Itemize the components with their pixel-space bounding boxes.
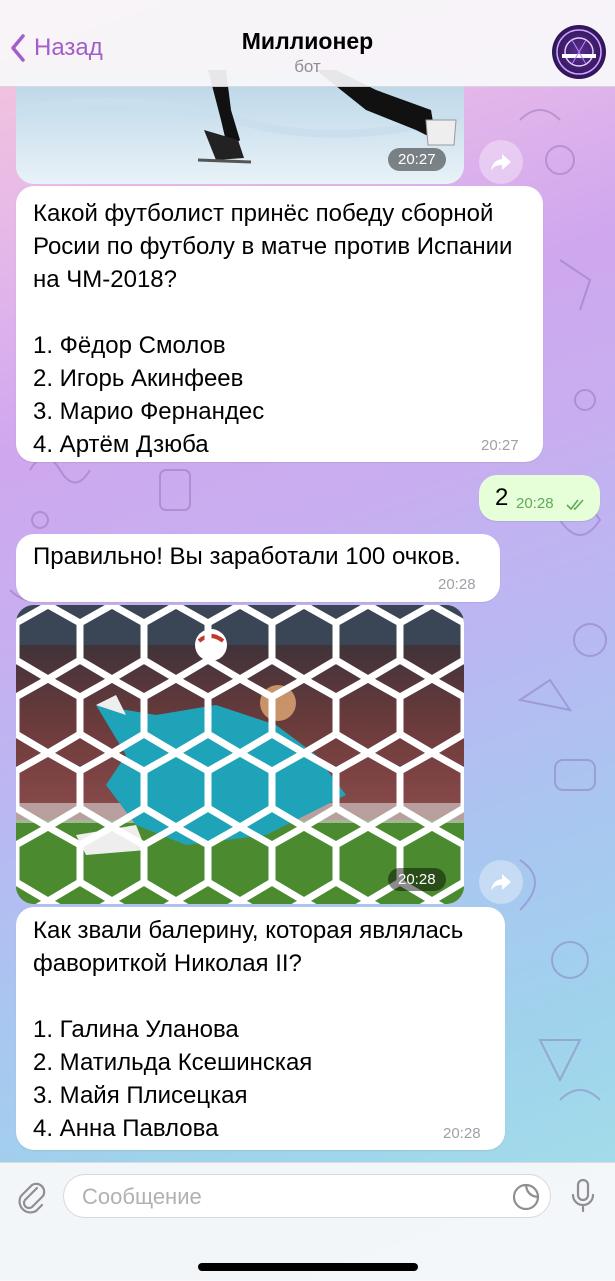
home-indicator	[198, 1263, 418, 1271]
question-text: Как звали балерину, которая являлась фав…	[33, 917, 464, 1142]
message-input[interactable]: Сообщение	[63, 1174, 551, 1218]
attach-icon[interactable]	[16, 1180, 46, 1214]
answer-timestamp: 20:28	[516, 495, 554, 512]
answer-text: 2	[495, 484, 509, 511]
goalkeeper-photo	[16, 605, 464, 904]
outgoing-message: 2 20:28	[479, 475, 600, 521]
message-input-bar: Сообщение	[0, 1162, 615, 1281]
share-button[interactable]	[479, 140, 523, 184]
question-text: Какой футболист принёс победу сборной Ро…	[33, 200, 513, 458]
message-timestamp: 20:27	[481, 437, 519, 454]
photo-message-goalkeeper[interactable]: 20:28	[16, 605, 464, 904]
sticker-icon[interactable]	[511, 1182, 541, 1212]
photo2-timestamp: 20:28	[388, 868, 446, 891]
photo1-timestamp: 20:27	[388, 148, 446, 171]
share-button[interactable]	[479, 860, 523, 904]
millionaire-logo	[556, 29, 602, 75]
double-check-icon	[566, 499, 584, 511]
question-message: Какой футболист принёс победу сборной Ро…	[16, 186, 543, 462]
share-icon	[491, 874, 511, 891]
question-message: Как звали балерину, которая являлась фав…	[16, 907, 505, 1150]
message-timestamp: 20:28	[443, 1125, 481, 1142]
photo-message-skater[interactable]: 20:27	[16, 70, 464, 184]
reply-timestamp: 20:28	[438, 576, 476, 593]
bot-avatar[interactable]	[552, 25, 606, 79]
reply-text: Правильно! Вы заработали 100 очков.	[33, 543, 461, 570]
chat-subtitle: бот	[294, 57, 321, 76]
chat-header: Назад Миллионер бот	[0, 0, 615, 87]
reply-message: Правильно! Вы заработали 100 очков. 20:2…	[16, 534, 500, 602]
microphone-icon[interactable]	[570, 1178, 596, 1214]
chat-title: Миллионер	[241, 28, 374, 54]
chat-background: 20:27 Какой футболист принёс победу сбор…	[0, 0, 615, 1280]
share-icon	[491, 154, 511, 171]
